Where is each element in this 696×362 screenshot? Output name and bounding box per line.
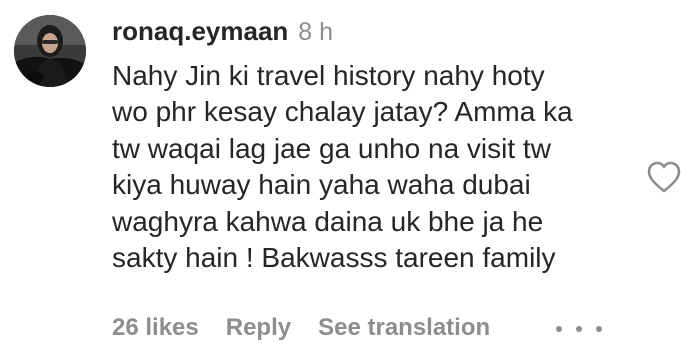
like-button[interactable] xyxy=(646,160,682,194)
see-translation-button[interactable]: See translation xyxy=(318,314,490,342)
reply-button[interactable]: Reply xyxy=(226,314,291,342)
comment-actions: 26 likes Reply See translation xyxy=(112,314,490,342)
avatar[interactable] xyxy=(14,15,86,87)
comment-header: ronaq.eymaan 8 h xyxy=(112,16,333,52)
more-dot xyxy=(556,326,562,332)
more-options-icon[interactable] xyxy=(556,318,602,340)
comment: ronaq.eymaan 8 h Nahy Jin ki travel hist… xyxy=(0,0,696,362)
likes-count[interactable]: 26 likes xyxy=(112,314,199,342)
avatar-image xyxy=(14,15,86,87)
timestamp: 8 h xyxy=(298,18,334,46)
more-dot xyxy=(576,326,582,332)
comment-text: Nahy Jin ki travel history nahy hoty wo … xyxy=(112,60,573,274)
username[interactable]: ronaq.eymaan xyxy=(112,16,288,47)
heart-outline-icon xyxy=(647,161,681,193)
more-dot xyxy=(596,326,602,332)
